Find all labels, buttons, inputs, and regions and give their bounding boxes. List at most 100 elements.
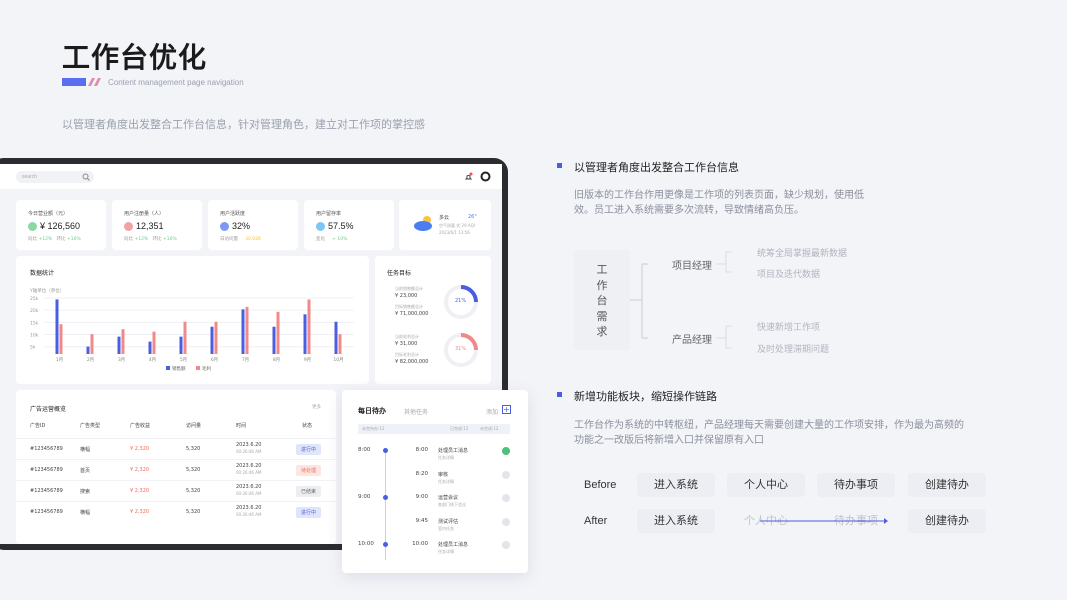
page-title: 工作台优化	[62, 41, 208, 74]
kpi-card[interactable]: 用户注册量（人） 12,351 同比 +12% 环比 +16%	[112, 200, 202, 250]
todo-item-title: 处理员工消息	[438, 448, 469, 454]
table-header: 广告收益	[130, 423, 151, 429]
bar-profit	[152, 331, 156, 354]
goal-current-label: 当前销售额总计	[395, 286, 423, 291]
ad-type: 首页	[80, 468, 91, 474]
kpi-trend-value: +12%	[38, 237, 53, 242]
tab-other-tasks[interactable]: 其他任务	[404, 407, 428, 416]
table-row[interactable]: #123456789 横幅 ¥ 2,320 5,320 2023.6.20 00…	[16, 501, 336, 522]
ad-id: #123456789	[30, 509, 63, 515]
kpi-trend: 同比 +12% 环比 +16%	[124, 236, 177, 242]
bar-sales	[86, 346, 90, 354]
kpi-trend-value: +12%	[134, 237, 149, 242]
goals-title: 任务目标	[387, 270, 412, 277]
table-row[interactable]: #123456789 搜索 ¥ 2,320 5,320 2023.6.20 00…	[16, 480, 336, 501]
add-todo-button[interactable]: +	[502, 405, 511, 414]
kpi-icon	[220, 222, 229, 231]
ads-title: 广告运营概览	[30, 406, 67, 413]
bar-sales	[210, 326, 214, 354]
kpi-trend2-value: +16%	[66, 237, 81, 242]
todo-item[interactable]: 8:20 审核 任务详情	[402, 469, 520, 491]
stats-card: 数据统计 Y轴单位（单位） 25k 20k 15k 10k 5k 1月 2月 3月 4月 5月 6月 7…	[16, 256, 369, 384]
ad-revenue: ¥ 2,320	[130, 446, 150, 452]
bar-profit	[90, 334, 94, 354]
weather-cloud-icon	[414, 216, 432, 231]
ad-visits: 5,320	[186, 488, 201, 494]
kpi-card[interactable]: 用户活跃度 32% 日访问量 30,026	[208, 200, 298, 250]
ad-date: 2023.6.20	[236, 463, 262, 469]
todo-item[interactable]: 8:00 处理员工消息 任务详情	[402, 445, 520, 467]
after-step: 创建待办	[908, 509, 986, 533]
bell-icon[interactable]	[464, 172, 473, 181]
y-unit-label: Y轴单位（单位）	[29, 287, 64, 294]
tree-root: 工作台需求	[574, 250, 630, 350]
status-badge[interactable]: 进行中	[296, 507, 322, 518]
todo-item[interactable]: 9:00 运营会议 各部门线下会议	[402, 492, 520, 514]
status-badge[interactable]: 待处理	[296, 465, 322, 476]
kpi-label: 今日营业额（元）	[28, 211, 69, 217]
ad-date: 2023.6.20	[236, 484, 262, 490]
goal-target-label: 目标销售额总计	[395, 304, 423, 309]
bar-sales	[303, 314, 307, 354]
bullet-2	[557, 392, 562, 397]
todo-check-icon[interactable]	[502, 494, 510, 502]
ads-card: 广告运营概览 更多 广告ID 广告类型 广告收益 访问量 时间 状态 #123456789 …	[16, 390, 336, 544]
kpi-icon	[124, 222, 133, 231]
timeline-dot	[383, 448, 388, 453]
todo-stat-done: 已完成:12	[450, 426, 469, 431]
todo-check-icon[interactable]	[502, 447, 510, 455]
goal-current-value: ¥ 23,000	[395, 293, 418, 299]
ad-time: 00:26:46 AM	[236, 491, 262, 496]
todo-time: 10:00	[412, 541, 428, 547]
todo-check-icon[interactable]	[502, 470, 510, 479]
ad-revenue: ¥ 2,320	[130, 509, 150, 515]
table-row[interactable]: #123456789 横幅 ¥ 2,320 5,320 2023.6.20 00…	[16, 438, 336, 459]
avatar[interactable]	[480, 171, 491, 182]
legend-label: 毛利	[202, 365, 211, 372]
bar-sales	[334, 321, 338, 354]
branch2-item1: 快速新增工作项	[757, 323, 821, 333]
tree-root-char: 需	[596, 309, 608, 323]
todo-check-icon[interactable]	[502, 517, 510, 526]
kpi-trend: 变化 + 10%	[316, 236, 347, 242]
kpi-card[interactable]: 今日营业额（元） ¥ 126,560 同比 +12% 环比 +16%	[16, 200, 106, 250]
bar-sales	[55, 299, 59, 354]
title-decoration	[62, 78, 101, 86]
tree-root-char: 作	[596, 278, 608, 292]
todo-item[interactable]: 10:00 处理员工消息 任务详情	[402, 539, 520, 561]
shortcut-arrow	[760, 518, 888, 524]
table-header: 广告类型	[80, 423, 101, 429]
bar-sales	[241, 309, 245, 354]
y-tick-label: 25k	[30, 296, 39, 302]
kpi-trend2-value: +16%	[162, 237, 177, 242]
bar-profit	[338, 334, 342, 354]
legend-swatch	[196, 366, 200, 370]
lead-text: 以管理者角度出发整合工作台信息，针对管理角色，建立对工作项的掌控感	[62, 118, 425, 131]
status-badge[interactable]: 已结束	[296, 486, 322, 497]
goal-target-value: ¥ 82,000,000	[395, 359, 429, 365]
bar-profit	[121, 329, 125, 354]
kpi-label: 用户留存率	[316, 211, 342, 217]
timeline-hour: 8:00	[358, 447, 371, 453]
branch1-item2: 项目及迭代数据	[757, 270, 821, 280]
kpi-value: 57.5%	[328, 221, 354, 231]
kpi-label: 用户注册量（人）	[124, 211, 165, 217]
todo-stat-undone: 未完成:12	[480, 426, 499, 431]
ad-id: #123456789	[30, 446, 63, 452]
status-badge[interactable]: 进行中	[296, 444, 322, 455]
ads-more-link[interactable]: 更多	[312, 404, 321, 410]
goal-current-value: ¥ 31,000	[395, 341, 418, 347]
todo-item[interactable]: 9:45 测试评估 室内任务	[402, 516, 520, 538]
todo-item-sub: 任务详情	[438, 549, 454, 554]
section2-heading: 新增功能板块，缩短操作链路	[574, 390, 717, 403]
todo-stats-bar: 未完待办:12 已完成:12 未完成:12	[358, 424, 510, 434]
add-todo-label[interactable]: 添加	[486, 407, 498, 416]
x-tick-label: 5月	[180, 357, 187, 363]
ad-type: 横幅	[80, 510, 91, 516]
table-row[interactable]: #123456789 首页 ¥ 2,320 5,320 2023.6.20 00…	[16, 459, 336, 480]
todo-stat-pending: 未完待办:12	[362, 426, 385, 431]
bar-sales	[272, 326, 276, 354]
bar-sales	[117, 336, 121, 354]
kpi-card[interactable]: 用户留存率 57.5% 变化 + 10%	[304, 200, 394, 250]
todo-check-icon[interactable]	[502, 541, 510, 549]
